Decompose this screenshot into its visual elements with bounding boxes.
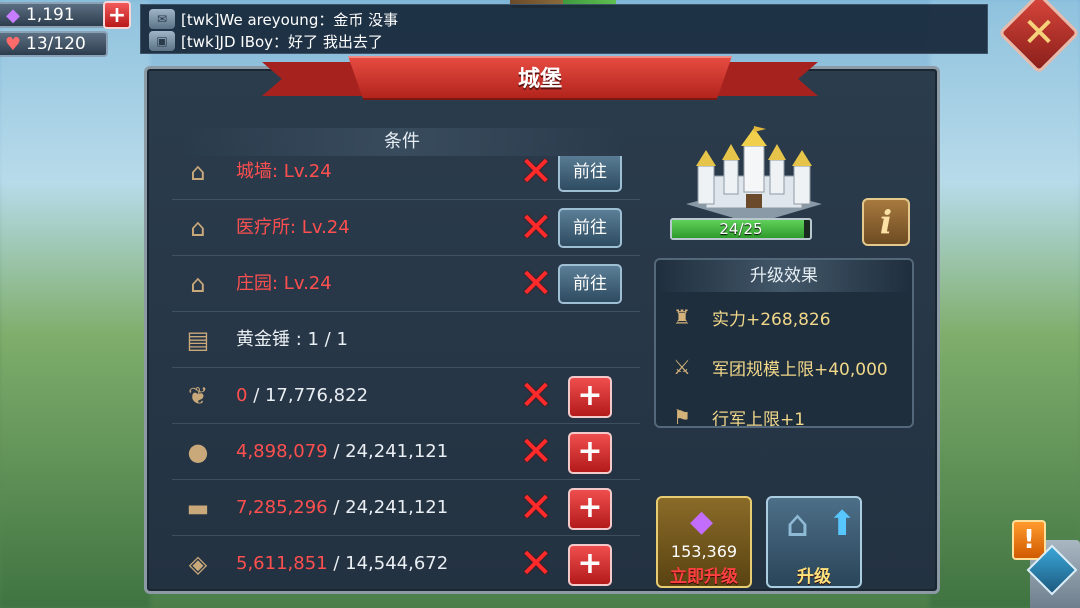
stone-icon: ●	[187, 438, 209, 466]
resource-current: 5,611,851	[236, 553, 328, 574]
chat-bubble-icon: ✉	[149, 9, 175, 29]
chest-icon: ▣	[149, 31, 175, 51]
effect-row: ⚑ 行军上限+1	[656, 392, 912, 428]
chat-message: [twk]JD IBoy：好了 我出去了	[181, 32, 383, 51]
resource-amount: 0 / 17,776,822	[236, 368, 368, 424]
effect-text: 行军上限+1	[712, 409, 806, 428]
army-icon: ⚔	[673, 355, 691, 379]
close-icon[interactable]: ✕	[1010, 4, 1068, 62]
castle-level-bar: 24/25	[670, 218, 812, 240]
resource-current: 0	[236, 385, 248, 406]
unmet-x-icon: ✕	[519, 156, 553, 195]
add-resource-button[interactable]: +	[568, 488, 612, 530]
page-title: 城堡	[517, 67, 562, 92]
march-icon: ⚑	[673, 405, 691, 428]
effect-row: ♜ 实力+268,826	[656, 292, 912, 342]
castle-image	[680, 122, 828, 226]
title-ribbon: 城堡	[262, 56, 818, 106]
unmet-x-icon: ✕	[519, 541, 553, 587]
resource-row: ● 4,898,079 / 24,241,121 ✕ +	[172, 424, 640, 480]
requirement-label: 医疗所: Lv.24	[236, 217, 350, 238]
resource-amount: 4,898,079 / 24,241,121	[236, 424, 448, 480]
instant-upgrade-label: 立即升级	[670, 567, 738, 587]
unmet-x-icon: ✕	[519, 205, 553, 251]
ore-icon: ◈	[188, 550, 208, 578]
requirement-label: 城墙: Lv.24	[236, 161, 332, 182]
upgrade-effects-panel[interactable]: 升级效果 ♜ 实力+268,826 ⚔ 军团规模上限+40,000 ⚑ 行军上限…	[654, 258, 914, 428]
conditions-header: 条件	[182, 128, 622, 156]
background-right	[930, 0, 1080, 608]
background-left	[0, 0, 150, 608]
castle-icon	[686, 122, 822, 224]
gem-count: 1,191	[26, 5, 75, 25]
info-button[interactable]: i	[862, 198, 910, 246]
conditions-list[interactable]: ⌂ 城墙: Lv.24 ✕ 前往 ⌂ 医疗所: Lv.24 ✕ 前往 ⌂ 庄园:…	[172, 156, 640, 590]
resource-required: / 24,241,121	[333, 497, 449, 518]
instant-upgrade-button[interactable]: ◆ 153,369 立即升级	[656, 496, 752, 588]
upgrade-label: 升级	[797, 567, 831, 587]
effect-text: 实力+268,826	[712, 309, 831, 330]
building-icon: ⌂	[190, 158, 206, 186]
gem-icon: ◆	[6, 4, 20, 26]
unmet-x-icon: ✕	[519, 373, 553, 419]
stamina-counter: ♥ 13/120	[0, 31, 108, 57]
gem-icon: ◆	[690, 504, 714, 539]
building-icon: ⌂	[190, 270, 206, 298]
resource-required: / 14,544,672	[333, 553, 449, 574]
instant-upgrade-cost: 153,369	[670, 542, 738, 561]
resource-current: 4,898,079	[236, 441, 328, 462]
chat-message: [twk]We areyoung：金币 没事	[181, 10, 399, 29]
upgrade-effects-title: 升级效果	[656, 260, 912, 292]
upgrade-button[interactable]: ⌂ ⬆ 升级	[766, 496, 862, 588]
unmet-x-icon: ✕	[519, 261, 553, 307]
buy-gems-button[interactable]: +	[103, 1, 131, 29]
requirement-row: ⌂ 城墙: Lv.24 ✕ 前往	[172, 156, 640, 200]
go-button[interactable]: 前往	[558, 264, 622, 304]
resource-current: 7,285,296	[236, 497, 328, 518]
requirement-row: ▤ 黄金锤 : 1 / 1	[172, 312, 640, 368]
resource-row: ▬ 7,285,296 / 24,241,121 ✕ +	[172, 480, 640, 536]
resource-amount: 7,285,296 / 24,241,121	[236, 480, 448, 536]
resource-required: / 24,241,121	[333, 441, 449, 462]
wheat-icon: ❦	[187, 382, 209, 410]
add-resource-button[interactable]: +	[568, 376, 612, 418]
requirement-label: 庄园: Lv.24	[236, 273, 332, 294]
chat-bar[interactable]: ✉ [twk]We areyoung：金币 没事 ▣ [twk]JD IBoy：…	[140, 4, 988, 54]
effect-text: 军团规模上限+40,000	[712, 359, 888, 380]
add-resource-button[interactable]: +	[568, 544, 612, 586]
scroll-icon: ▤	[186, 326, 210, 354]
up-arrow-icon: ⬆	[828, 504, 857, 544]
building-icon: ⌂	[190, 214, 206, 242]
chat-line: ▣ [twk]JD IBoy：好了 我出去了	[149, 30, 979, 52]
go-button[interactable]: 前往	[558, 208, 622, 248]
resource-amount: 5,611,851 / 14,544,672	[236, 536, 448, 590]
resource-required: / 17,776,822	[253, 385, 369, 406]
building-icon: ⌂	[786, 504, 809, 545]
resource-row: ◈ 5,611,851 / 14,544,672 ✕ +	[172, 536, 640, 590]
requirement-row: ⌂ 医疗所: Lv.24 ✕ 前往	[172, 200, 640, 256]
wood-icon: ▬	[186, 494, 210, 522]
castle-level-text: 24/25	[719, 220, 763, 238]
unmet-x-icon: ✕	[519, 429, 553, 475]
effect-row: ⚔ 军团规模上限+40,000	[656, 342, 912, 392]
requirement-label: 黄金锤 : 1 / 1	[236, 329, 348, 350]
chat-line: ✉ [twk]We areyoung：金币 没事	[149, 8, 979, 30]
requirement-row: ⌂ 庄园: Lv.24 ✕ 前往	[172, 256, 640, 312]
unmet-x-icon: ✕	[519, 485, 553, 531]
resource-row: ❦ 0 / 17,776,822 ✕ +	[172, 368, 640, 424]
go-button[interactable]: 前往	[558, 156, 622, 192]
stamina-count: 13/120	[26, 34, 86, 54]
power-icon: ♜	[673, 305, 691, 329]
add-resource-button[interactable]: +	[568, 432, 612, 474]
heart-icon: ♥	[4, 33, 22, 55]
